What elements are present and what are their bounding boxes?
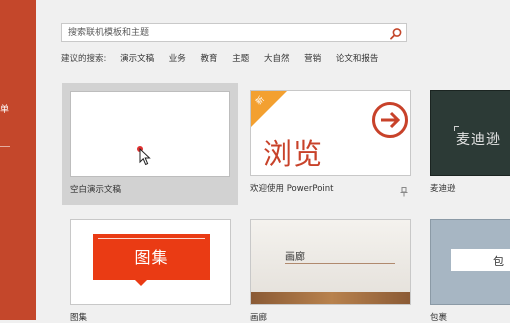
pin-icon[interactable]: [400, 182, 408, 197]
search-input[interactable]: [68, 24, 378, 41]
search-icon[interactable]: [389, 26, 403, 40]
suggestion-link[interactable]: 主题: [232, 52, 249, 64]
suggested-searches: 建议的搜索: 演示文稿 业务 教育 主题 大自然 营销 论文和报告: [61, 52, 390, 64]
suggestion-link[interactable]: 营销: [304, 52, 321, 64]
suggestion-link[interactable]: 大自然: [264, 52, 290, 64]
title-underline: [285, 263, 395, 264]
main-panel: 建议的搜索: 演示文稿 业务 教育 主题 大自然 营销 论文和报告 空白演示文稿…: [36, 0, 510, 323]
thumbnail-title: 画廊: [285, 252, 305, 263]
template-thumbnail: 图集: [70, 219, 231, 305]
sidebar-item-new[interactable]: 单: [0, 104, 12, 116]
wood-floor: [251, 292, 410, 304]
suggestion-link[interactable]: 教育: [201, 52, 218, 64]
template-caption: 图集: [70, 313, 88, 323]
sidebar-divider: [0, 146, 10, 147]
thumbnail-title: 图集: [134, 248, 169, 267]
thumbnail-title: 麦迪逊: [456, 132, 501, 148]
template-thumbnail: 包: [430, 219, 510, 305]
thumbnail-title: 包: [493, 255, 504, 268]
template-gallery[interactable]: 图集 图集: [70, 219, 231, 323]
template-thumbnail: 新 浏览: [250, 90, 411, 176]
template-caption: 麦迪逊: [430, 184, 456, 194]
template-welcome-tour[interactable]: 新 浏览 欢迎使用 PowerPoint: [250, 90, 411, 202]
arrow-right-icon: [371, 101, 409, 139]
new-badge: 新: [251, 91, 287, 127]
suggestion-link[interactable]: 论文和报告: [336, 52, 379, 64]
template-madison[interactable]: 麦迪逊 麦迪逊: [430, 90, 510, 202]
template-caption: 包裹: [430, 313, 448, 323]
template-caption: 空白演示文稿: [70, 185, 122, 195]
template-corridor[interactable]: 画廊 画廊: [250, 219, 411, 323]
suggestion-link[interactable]: 业务: [169, 52, 186, 64]
template-thumbnail: 麦迪逊: [430, 90, 510, 176]
title-banner: 图集: [93, 234, 210, 280]
mouse-cursor-icon: [137, 146, 151, 166]
banner-pointer: [135, 280, 147, 286]
template-thumbnail: 画廊: [250, 219, 411, 305]
template-caption: 画廊: [250, 313, 268, 323]
search-box: [61, 23, 407, 42]
thumbnail-title: 浏览: [263, 137, 324, 171]
template-caption: 欢迎使用 PowerPoint: [250, 184, 334, 194]
template-parcel[interactable]: 包 包裹: [430, 219, 510, 323]
template-blank-presentation[interactable]: 空白演示文稿: [62, 83, 238, 205]
sidebar: 单: [0, 0, 36, 320]
banner-line: [98, 238, 205, 239]
suggested-searches-label: 建议的搜索:: [61, 54, 107, 64]
suggestion-link[interactable]: 演示文稿: [120, 52, 154, 64]
title-box: 包: [451, 249, 510, 271]
